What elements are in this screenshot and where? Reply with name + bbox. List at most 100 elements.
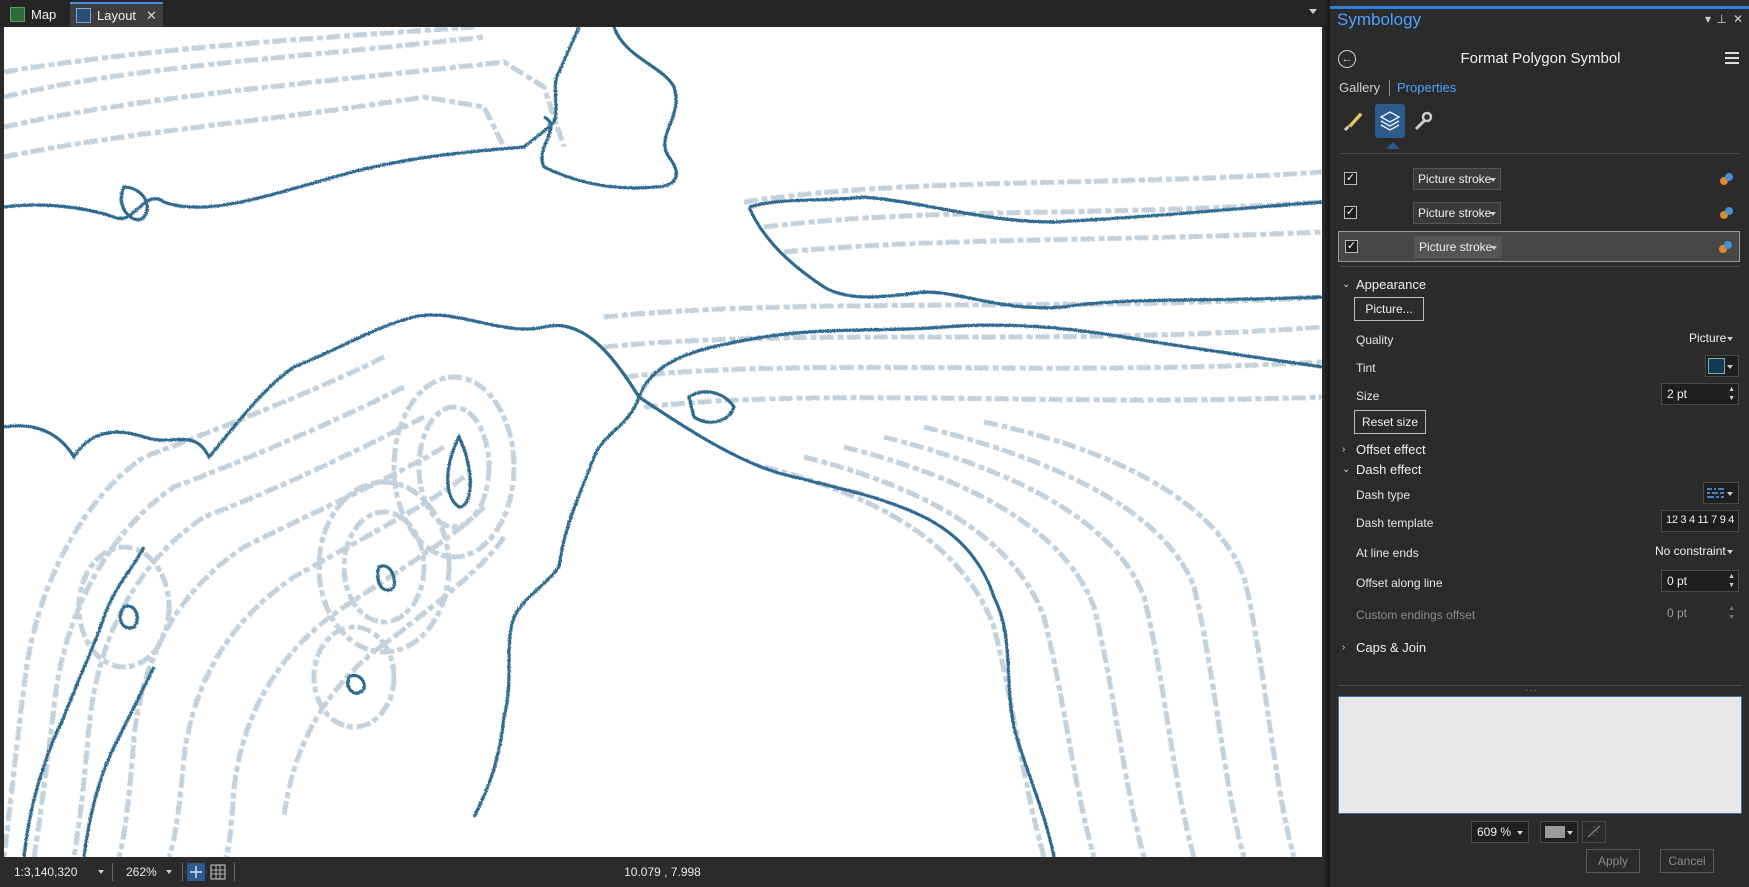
tab-map[interactable]: Map — [4, 3, 62, 25]
symbol-layer-row-selected[interactable]: ✓ Picture stroke — [1338, 231, 1740, 262]
chevron-down-icon — [1491, 246, 1497, 250]
divider — [1340, 266, 1740, 267]
lock-color-icon[interactable] — [1717, 239, 1733, 255]
apply-button[interactable]: Apply — [1586, 849, 1640, 873]
pane-accent-bar — [1330, 6, 1749, 9]
lock-color-icon[interactable] — [1718, 205, 1734, 221]
at-line-ends-dropdown[interactable]: No constraint — [1649, 540, 1739, 562]
background-swatch — [1545, 826, 1565, 838]
quality-dropdown[interactable]: Picture — [1683, 327, 1739, 349]
offset-effect-section-header[interactable]: › Offset effect — [1342, 442, 1426, 457]
dash-effect-section-header[interactable]: ⌄ Dash effect — [1342, 462, 1422, 477]
chevron-down-icon — [1490, 178, 1496, 182]
close-icon[interactable]: ✕ — [1733, 12, 1743, 26]
preview-grid-toggle[interactable] — [1582, 821, 1606, 843]
dash-effect-label: Dash effect — [1356, 462, 1422, 477]
layout-icon — [76, 8, 91, 23]
divider — [1340, 153, 1740, 154]
dash-pattern-icon — [1707, 488, 1724, 498]
spinner-arrows-icon[interactable]: ▲ ▼ — [1728, 572, 1735, 590]
size-field[interactable]: 2 pt ▲ ▼ — [1661, 383, 1739, 405]
symbol-layer-row[interactable]: ✓ Picture stroke — [1338, 164, 1740, 195]
chevron-down-icon — [1727, 337, 1733, 341]
quality-label: Quality — [1356, 333, 1394, 347]
gallery-tab[interactable]: Gallery — [1339, 80, 1380, 95]
at-line-ends-label: At line ends — [1356, 546, 1419, 560]
appearance-header-label: Appearance — [1356, 277, 1427, 292]
hamburger-menu-icon[interactable] — [1725, 52, 1739, 64]
reset-size-button[interactable]: Reset size — [1354, 410, 1426, 434]
appearance-section-header[interactable]: ⌄ Appearance — [1342, 277, 1426, 292]
layer-type-label: Picture stroke — [1419, 240, 1493, 254]
properties-tab[interactable]: Properties — [1397, 80, 1456, 95]
preview-background-picker[interactable] — [1540, 821, 1578, 843]
dash-template-field[interactable]: 12 3 4 11 7 9 4 — [1661, 510, 1739, 532]
chevron-right-icon: › — [1342, 642, 1346, 653]
layout-view: Map Layout ✕ 1:3,140,320 262% 10.079 , 7… — [0, 0, 1325, 887]
layer-type-dropdown[interactable]: Picture stroke — [1413, 202, 1501, 224]
offset-effect-label: Offset effect — [1356, 442, 1426, 457]
coastline — [4, 27, 1322, 857]
layer-type-dropdown[interactable]: Picture stroke — [1414, 236, 1502, 258]
map-icon — [10, 6, 25, 22]
preview-zoom-value: 609 % — [1477, 825, 1512, 839]
tint-color-picker[interactable] — [1705, 355, 1739, 377]
layers-icon[interactable] — [1375, 104, 1405, 138]
caps-join-section-header[interactable]: › Caps & Join — [1342, 640, 1426, 655]
layer-type-label: Picture stroke — [1418, 172, 1492, 186]
coordinate-readout: 10.079 , 7.998 — [624, 865, 701, 879]
offset-along-line-field[interactable]: 0 pt ▲ ▼ — [1661, 570, 1739, 592]
cancel-button[interactable]: Cancel — [1660, 849, 1714, 873]
tint-label: Tint — [1356, 361, 1376, 375]
symbol-layer-row[interactable]: ✓ Picture stroke — [1338, 198, 1740, 229]
chevron-down-icon — [1567, 831, 1573, 835]
offset-along-line-label: Offset along line — [1356, 576, 1443, 590]
offset-along-line-value: 0 pt — [1667, 574, 1688, 588]
layer-visibility-checkbox[interactable]: ✓ — [1345, 240, 1358, 253]
size-label: Size — [1356, 389, 1380, 403]
dash-type-picker[interactable] — [1703, 482, 1739, 504]
custom-endings-offset-value: 0 pt — [1667, 606, 1688, 620]
custom-endings-offset-label: Custom endings offset — [1356, 608, 1476, 622]
resize-grip[interactable]: ··· — [1525, 685, 1538, 696]
symbology-pane: Symbology ▾ ⊥ ✕ ← Format Polygon Symbol … — [1328, 0, 1749, 887]
chevron-down-icon: ⌄ — [1342, 279, 1351, 290]
layer-visibility-checkbox[interactable]: ✓ — [1344, 172, 1357, 185]
tab-overflow-chevron-down-icon[interactable] — [1309, 9, 1317, 14]
wrench-icon[interactable] — [1410, 108, 1436, 134]
tint-swatch — [1708, 358, 1725, 374]
lock-color-icon[interactable] — [1718, 171, 1734, 187]
brush-icon[interactable] — [1340, 108, 1366, 134]
tab-layout-label: Layout — [97, 8, 137, 23]
chevron-down-icon: ⌄ — [1342, 464, 1351, 475]
layer-type-dropdown[interactable]: Picture stroke — [1413, 168, 1501, 190]
status-bar: 1:3,140,320 262% 10.079 , 7.998 — [0, 857, 1325, 887]
divider — [1389, 80, 1390, 96]
pane-options-chevron-down-icon[interactable]: ▾ — [1705, 12, 1711, 26]
symbol-preview-stroke — [1339, 746, 1741, 752]
size-value: 2 pt — [1667, 387, 1688, 401]
close-icon[interactable]: ✕ — [146, 8, 157, 24]
tab-map-label: Map — [31, 6, 57, 22]
chevron-down-icon — [1727, 550, 1733, 554]
custom-endings-offset-field: 0 pt ▲ ▼ — [1661, 602, 1739, 624]
pane-title: Symbology — [1337, 10, 1422, 29]
caps-join-label: Caps & Join — [1356, 640, 1427, 655]
chevron-down-icon — [1727, 492, 1733, 496]
dash-template-label: Dash template — [1356, 516, 1434, 530]
picture-button[interactable]: Picture... — [1354, 297, 1424, 321]
pin-icon[interactable]: ⊥ — [1717, 12, 1727, 26]
tab-layout[interactable]: Layout ✕ — [70, 2, 163, 27]
layout-canvas[interactable] — [4, 27, 1322, 857]
spinner-arrows-icon[interactable]: ▲ ▼ — [1728, 385, 1735, 403]
divider — [1338, 685, 1742, 686]
dash-type-label: Dash type — [1356, 488, 1411, 502]
preview-zoom-dropdown[interactable]: 609 % — [1471, 821, 1529, 843]
chevron-down-icon — [1517, 831, 1523, 835]
symbol-preview — [1338, 696, 1742, 814]
map-frame — [4, 27, 1322, 857]
format-symbol-heading: Format Polygon Symbol — [1460, 50, 1621, 67]
layer-visibility-checkbox[interactable]: ✓ — [1344, 206, 1357, 219]
view-tab-bar: Map Layout ✕ — [0, 0, 1325, 27]
contour-lines — [4, 27, 1322, 857]
